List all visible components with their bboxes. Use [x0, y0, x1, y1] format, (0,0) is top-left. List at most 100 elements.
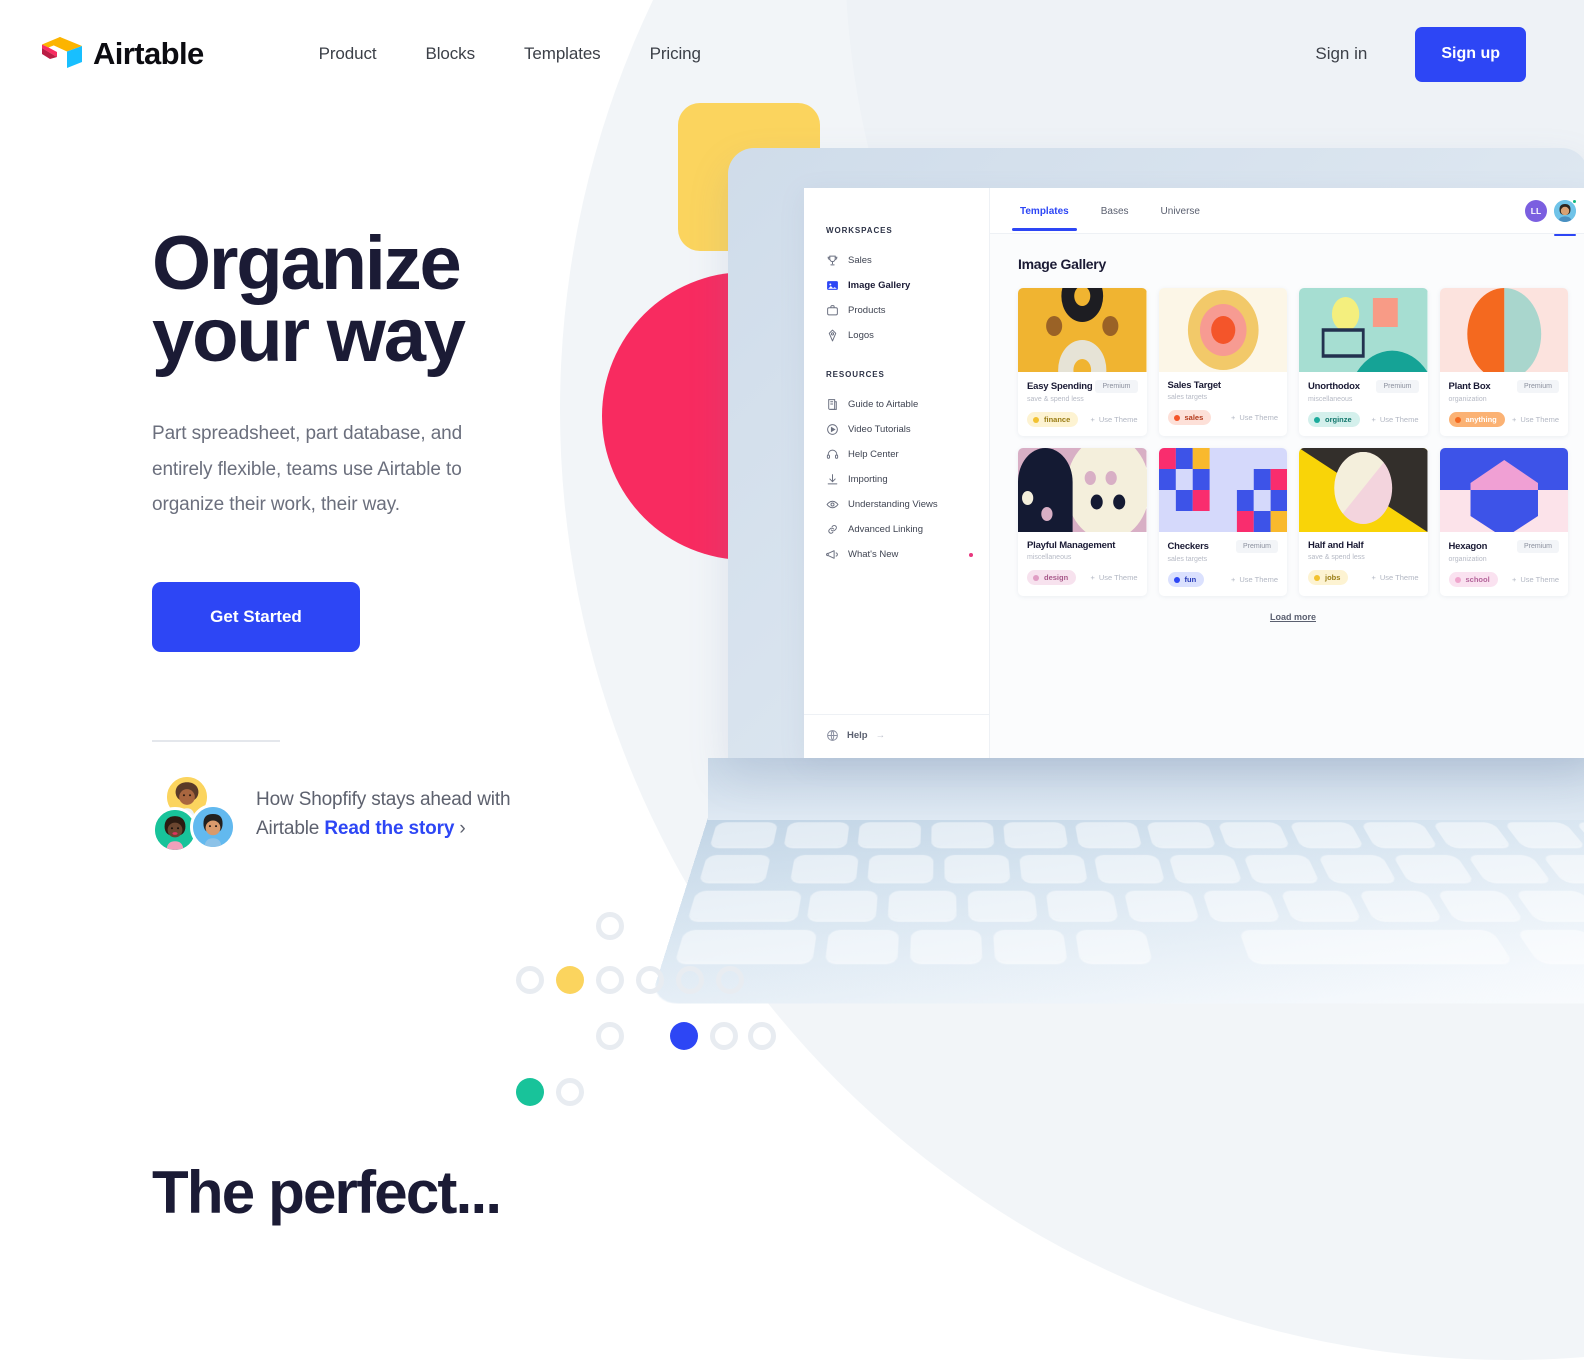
tab-universe[interactable]: Universe [1159, 191, 1202, 231]
keyboard-key [806, 890, 878, 920]
template-info: Hexagon Premium organization school + Us… [1440, 532, 1569, 596]
decor-dot [710, 1022, 738, 1050]
page-title: Organize your way [152, 226, 672, 374]
sidebar-item-guide-to-airtable[interactable]: Guide to Airtable [804, 392, 989, 417]
premium-badge: Premium [1235, 540, 1278, 553]
avatar-user[interactable] [1554, 198, 1577, 222]
template-tag[interactable]: anything [1448, 412, 1505, 427]
main-nav: Product Blocks Templates Pricing [319, 44, 701, 64]
hero-subtitle: Part spreadsheet, part database, and ent… [152, 423, 463, 515]
keyboard-key [967, 890, 1038, 920]
sidebar-item-help-center[interactable]: Help Center [804, 442, 989, 467]
nav-item-pricing[interactable]: Pricing [650, 44, 701, 64]
hero-section: Organize your way Part spreadsheet, part… [152, 226, 672, 856]
tag-color-dot [1173, 576, 1180, 583]
template-tag[interactable]: orginze [1308, 412, 1360, 427]
premium-badge: Premium [1516, 540, 1559, 553]
template-info: Easy Spending Premium save & spend less … [1018, 372, 1147, 436]
sidebar-item-label: Products [848, 305, 886, 316]
read-the-story-link[interactable]: Read the story [324, 818, 454, 839]
template-card[interactable]: Half and Half save & spend less jobs + U… [1299, 448, 1428, 596]
tab-templates[interactable]: Templates [1012, 191, 1077, 231]
nav-item-product[interactable]: Product [319, 44, 377, 64]
template-subtitle: organization [1448, 556, 1487, 563]
sign-up-button[interactable]: Sign up [1415, 26, 1526, 82]
template-info: Checkers Premium sales targets fun + Use… [1159, 532, 1288, 596]
template-card[interactable]: Checkers Premium sales targets fun + Use… [1158, 448, 1288, 596]
avatar-initials[interactable]: LL [1525, 199, 1547, 222]
chevron-right-icon: › [459, 817, 466, 839]
use-theme-button[interactable]: + Use Theme [1090, 573, 1137, 582]
airtable-logo-icon [40, 35, 84, 73]
sidebar-item-image-gallery[interactable]: Image Gallery [804, 273, 989, 298]
template-tag[interactable]: fun [1167, 572, 1205, 587]
load-more-link[interactable]: Load more [1018, 612, 1568, 622]
template-subtitle: sales targets [1167, 556, 1208, 563]
decor-dot [516, 966, 544, 994]
decor-dot [516, 1078, 544, 1106]
template-name: Checkers [1167, 541, 1209, 552]
use-theme-button[interactable]: + Use Theme [1512, 575, 1559, 584]
sidebar-item-sales[interactable]: Sales [804, 248, 989, 273]
nav-item-blocks[interactable]: Blocks [426, 44, 476, 64]
use-theme-label: Use Theme [1520, 415, 1559, 424]
keyboard-key [1168, 854, 1242, 882]
keyboard-key [1217, 822, 1290, 847]
template-card[interactable]: Plant Box Premium organization anything … [1439, 288, 1568, 436]
sidebar-item-label: Understanding Views [848, 499, 938, 510]
get-started-button[interactable]: Get Started [152, 581, 360, 652]
use-theme-button[interactable]: + Use Theme [1231, 575, 1278, 584]
template-card[interactable]: Playful Management miscellaneous design … [1018, 448, 1147, 596]
plus-icon: + [1090, 415, 1095, 424]
megaphone-icon [826, 548, 839, 561]
decor-dot [556, 1078, 584, 1106]
template-tag[interactable]: sales [1167, 410, 1212, 425]
use-theme-button[interactable]: + Use Theme [1512, 415, 1559, 424]
decor-dot [596, 1022, 624, 1050]
use-theme-button[interactable]: + Use Theme [1231, 413, 1278, 422]
sidebar-item-understanding-views[interactable]: Understanding Views [804, 492, 989, 517]
template-tag[interactable]: jobs [1308, 570, 1349, 585]
tab-bases[interactable]: Bases [1099, 191, 1131, 231]
sidebar-item-importing[interactable]: Importing [804, 467, 989, 492]
template-subtitle: save & spend less [1308, 554, 1365, 561]
template-card[interactable]: Easy Spending Premium save & spend less … [1018, 288, 1147, 436]
keyboard-key [1238, 929, 1513, 962]
template-card[interactable]: Sales Target sales targets sales + Use T… [1158, 288, 1287, 436]
sidebar-item-logos[interactable]: Logos [804, 323, 989, 348]
sidebar-section-workspaces: WORKSPACES [826, 226, 893, 235]
briefcase-icon [826, 304, 839, 317]
sidebar-item-advanced-linking[interactable]: Advanced Linking [804, 517, 989, 542]
sidebar-help[interactable]: Help → [804, 714, 989, 758]
sidebar-item-whats-new[interactable]: What's New [804, 542, 989, 567]
template-card[interactable]: Hexagon Premium organization school + Us… [1439, 448, 1569, 596]
template-tag[interactable]: design [1027, 570, 1077, 585]
sidebar-item-label: Help Center [848, 449, 899, 460]
image-icon [826, 279, 839, 292]
use-theme-button[interactable]: + Use Theme [1371, 415, 1418, 424]
logo[interactable]: Airtable [40, 35, 204, 73]
next-section-heading: The perfect... [152, 1159, 502, 1226]
sidebar-item-label: Advanced Linking [848, 524, 923, 535]
template-info: Playful Management miscellaneous design … [1018, 532, 1147, 594]
nav-item-templates[interactable]: Templates [524, 44, 601, 64]
app-content: Image Gallery Easy Spending Premium save… [990, 234, 1584, 758]
template-tag[interactable]: finance [1027, 412, 1079, 427]
tag-label: finance [1044, 415, 1071, 424]
sidebar-item-products[interactable]: Products [804, 298, 989, 323]
sidebar-section-resources: RESOURCES [826, 370, 885, 379]
tag-label: school [1465, 575, 1490, 584]
divider [152, 739, 280, 742]
headset-icon [826, 448, 839, 461]
use-theme-button[interactable]: + Use Theme [1371, 573, 1418, 582]
use-theme-label: Use Theme [1239, 413, 1278, 422]
template-card[interactable]: Unorthodox Premium miscellaneous orginze… [1299, 288, 1428, 436]
use-theme-button[interactable]: + Use Theme [1090, 415, 1137, 424]
template-tag[interactable]: school [1448, 572, 1498, 587]
avatar [190, 803, 236, 850]
tag-color-dot [1454, 416, 1461, 423]
sidebar-item-video-tutorials[interactable]: Video Tutorials [804, 417, 989, 442]
premium-badge: Premium [1095, 380, 1138, 393]
sign-in-link[interactable]: Sign in [1315, 44, 1367, 64]
decor-dot [716, 966, 744, 994]
